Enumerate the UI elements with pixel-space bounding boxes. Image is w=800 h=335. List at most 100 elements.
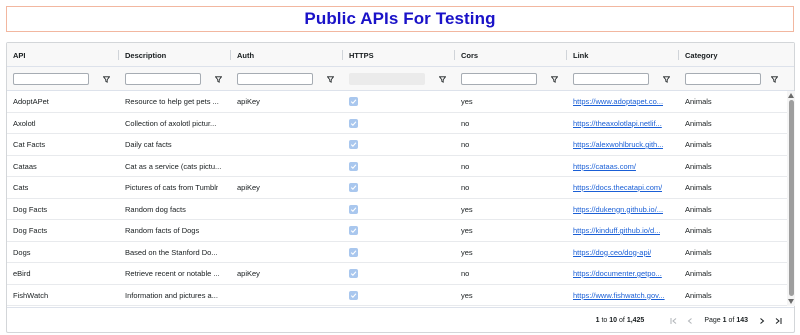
cell-auth [231,156,339,177]
table-row[interactable]: eBird Retrieve recent or notable ... apiKe… [7,263,787,285]
column-header-category[interactable]: Category [679,43,787,67]
cors-value: yes [461,204,473,214]
table-row[interactable]: Dogs Based on the Stanford Do... yes https:… [7,241,787,263]
cors-filter-input[interactable] [461,73,537,85]
filter-icon[interactable] [325,74,335,84]
table-row[interactable]: Cataas Cat as a service (cats pictu... no h… [7,155,787,177]
api-link[interactable]: https://www.fishwatch.gov... [573,291,665,300]
header-row: API Description Auth HTTPS Cors Link Category [7,43,794,67]
check-icon [349,290,358,300]
vertical-scrollbar[interactable] [787,91,795,306]
scrollbar-thumb[interactable] [788,100,794,296]
cell-auth [231,285,339,306]
category-value: Animals [685,118,712,128]
cell-api: AdoptAPet [7,91,115,112]
description-value: Random dog facts [125,204,186,214]
cell-link: https://www.fishwatch.gov... [567,285,675,306]
scroll-up-icon[interactable] [788,92,794,98]
total-pages: 143 [736,317,748,324]
api-link[interactable]: https://kinduff.github.io/d... [573,226,660,235]
cell-link: https://cataas.com/ [567,156,675,177]
cors-value: no [461,269,470,278]
api-value: Cataas [13,161,37,171]
of-word: of [619,317,625,324]
table-row[interactable]: Axolotl Collection of axolotl pictur... no… [7,112,787,134]
cell-link: https://dog.ceo/dog-api/ [567,242,675,263]
table-row[interactable]: Dog Facts Random dog facts yes https://duke… [7,198,787,220]
api-filter-input[interactable] [13,73,89,85]
cell-description: Retrieve recent or notable ... [119,263,227,284]
column-header-label: Auth [237,50,255,60]
cell-description: Resource to help get pets ... [119,91,227,112]
description-filter-input[interactable] [125,73,201,85]
category-value: Animals [685,183,712,192]
api-link[interactable]: https://dukengn.github.io/... [573,205,663,214]
cell-cors: no [455,134,563,155]
description-value: Retrieve recent or notable ... [125,269,220,278]
column-header-auth[interactable]: Auth [231,43,343,67]
cell-api: Dogs [7,242,115,263]
cors-value: no [461,161,470,171]
api-value: Cat Facts [13,140,46,149]
check-icon [349,204,358,214]
page-word: Page [704,317,721,324]
api-value: Cats [13,183,29,192]
cell-https [343,134,451,155]
api-link[interactable]: https://alexwohlbruck.gith... [573,140,663,149]
cell-auth [231,220,339,241]
filter-icon[interactable] [437,74,447,84]
last-page-icon[interactable] [772,315,784,327]
table-row[interactable]: Cat Facts Daily cat facts no https://alexwo… [7,134,787,156]
cell-category: Animals [679,134,783,155]
column-header-link[interactable]: Link [567,43,679,67]
description-value: Daily cat facts [125,140,172,149]
prev-page-icon[interactable] [684,315,696,327]
description-value: Resource to help get pets ... [125,97,219,106]
table-row[interactable]: Dog Facts Random facts of Dogs yes https://… [7,220,787,242]
api-value: AdoptAPet [13,97,49,106]
cell-auth: apiKey [231,91,339,112]
cell-https [343,285,451,306]
scroll-down-icon[interactable] [788,298,794,304]
api-link[interactable]: https://docs.thecatapi.com/ [573,183,662,192]
column-header-https[interactable]: HTTPS [343,43,455,67]
api-link[interactable]: https://dog.ceo/dog-api/ [573,248,651,257]
api-link[interactable]: https://theaxolotlapi.netlif... [573,119,662,128]
cell-https [343,199,451,220]
filter-cell-auth [231,67,343,91]
grid-body: AdoptAPet Resource to help get pets ... ap… [7,91,794,306]
cell-https [343,242,451,263]
table-row[interactable]: AdoptAPet Resource to help get pets ... ap… [7,91,787,113]
filter-icon[interactable] [213,74,223,84]
category-filter-input[interactable] [685,73,761,85]
link-filter-input[interactable] [573,73,649,85]
filter-icon[interactable] [661,74,671,84]
filter-cell-https [343,67,455,91]
title-banner: Public APIs For Testing [6,6,794,32]
cell-description: Based on the Stanford Do... [119,242,227,263]
first-page-icon[interactable] [668,315,680,327]
cell-description: Random dog facts [119,199,227,220]
next-page-icon[interactable] [756,315,768,327]
column-header-description[interactable]: Description [119,43,231,67]
column-header-api[interactable]: API [7,43,119,67]
table-row[interactable]: FishWatch Information and pictures a... ye… [7,284,787,306]
auth-filter-input[interactable] [237,73,313,85]
api-link[interactable]: https://www.adoptapet.co... [573,97,663,106]
table-row[interactable]: Cats Pictures of cats from Tumblr apiKey no… [7,177,787,199]
api-link[interactable]: https://cataas.com/ [573,162,636,171]
api-link[interactable]: https://documenter.getpo... [573,269,662,278]
cors-value: yes [461,97,473,106]
api-value: FishWatch [13,290,49,300]
category-value: Animals [685,97,712,106]
description-value: Collection of axolotl pictur... [125,118,217,128]
column-header-cors[interactable]: Cors [455,43,567,67]
filter-icon[interactable] [549,74,559,84]
filter-cell-api [7,67,119,91]
cell-https [343,156,451,177]
filter-icon[interactable] [769,74,779,84]
auth-value: apiKey [237,269,260,278]
category-value: Animals [685,226,712,235]
cell-https [343,220,451,241]
filter-icon[interactable] [101,74,111,84]
